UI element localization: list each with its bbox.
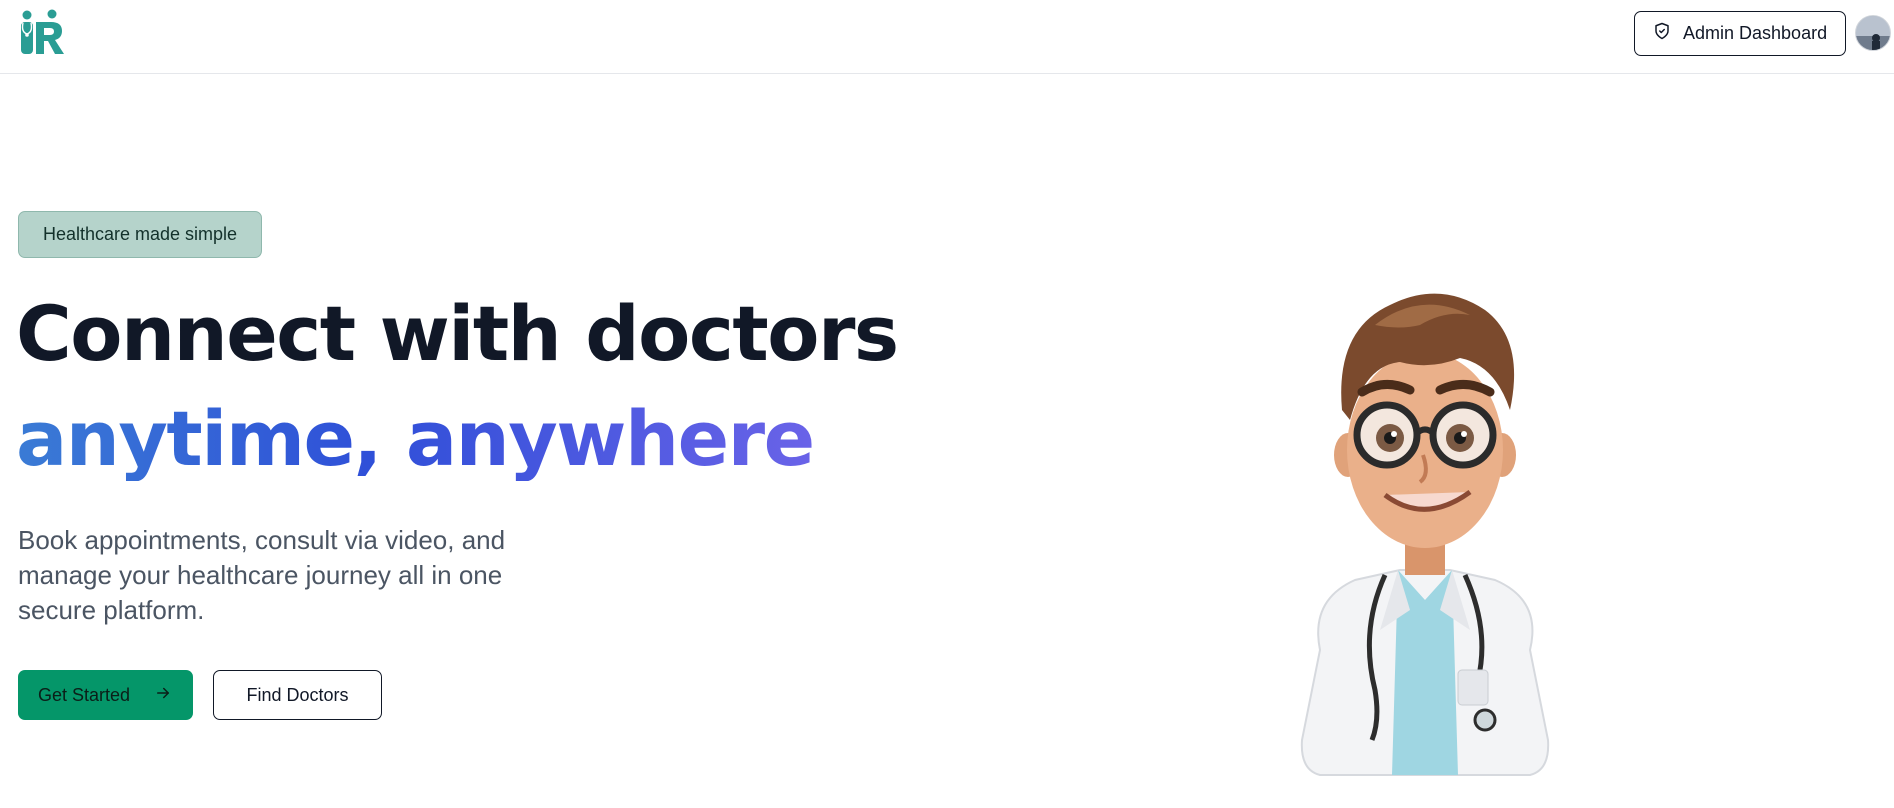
get-started-button[interactable]: Get Started bbox=[18, 670, 193, 720]
admin-dashboard-button[interactable]: Admin Dashboard bbox=[1634, 11, 1846, 56]
tagline-badge: Healthcare made simple bbox=[18, 211, 262, 258]
doctor-illustration bbox=[1280, 270, 1570, 780]
get-started-label: Get Started bbox=[38, 684, 131, 705]
hero-headline: Connect with doctors bbox=[16, 289, 899, 378]
hero-headline-accent: anytime, anywhere bbox=[16, 394, 815, 483]
admin-dashboard-label: Admin Dashboard bbox=[1683, 23, 1828, 43]
hero-description: Book appointments, consult via video, an… bbox=[18, 525, 506, 625]
doctor-logo-icon[interactable] bbox=[18, 8, 66, 58]
find-doctors-button[interactable]: Find Doctors bbox=[213, 670, 382, 720]
user-avatar[interactable] bbox=[1855, 15, 1891, 51]
top-nav: Admin Dashboard bbox=[0, 0, 1894, 74]
shield-icon bbox=[1653, 22, 1671, 45]
arrow-right-icon bbox=[154, 684, 172, 707]
